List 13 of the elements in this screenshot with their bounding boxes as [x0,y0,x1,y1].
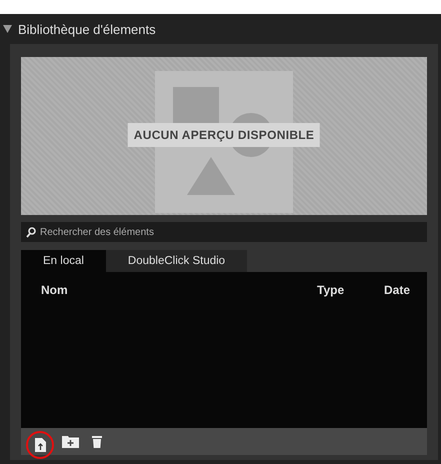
trash-icon [92,436,102,448]
no-preview-label: AUCUN APERÇU DISPONIBLE [128,123,320,147]
search-field[interactable]: Rechercher des éléments [21,222,427,242]
tab[interactable]: En local [21,250,106,272]
new-folder-icon [62,435,78,448]
column-header[interactable]: Nom [41,283,317,297]
collapse-triangle-icon[interactable] [3,25,12,33]
panel-title: Bibliothèque d'élements [18,22,156,36]
toolbar-button[interactable] [26,430,54,458]
column-header[interactable]: Type [317,283,384,297]
tab[interactable]: DoubleClick Studio [106,250,248,272]
column-header[interactable]: Date [384,283,427,297]
import-file-icon [34,438,46,452]
